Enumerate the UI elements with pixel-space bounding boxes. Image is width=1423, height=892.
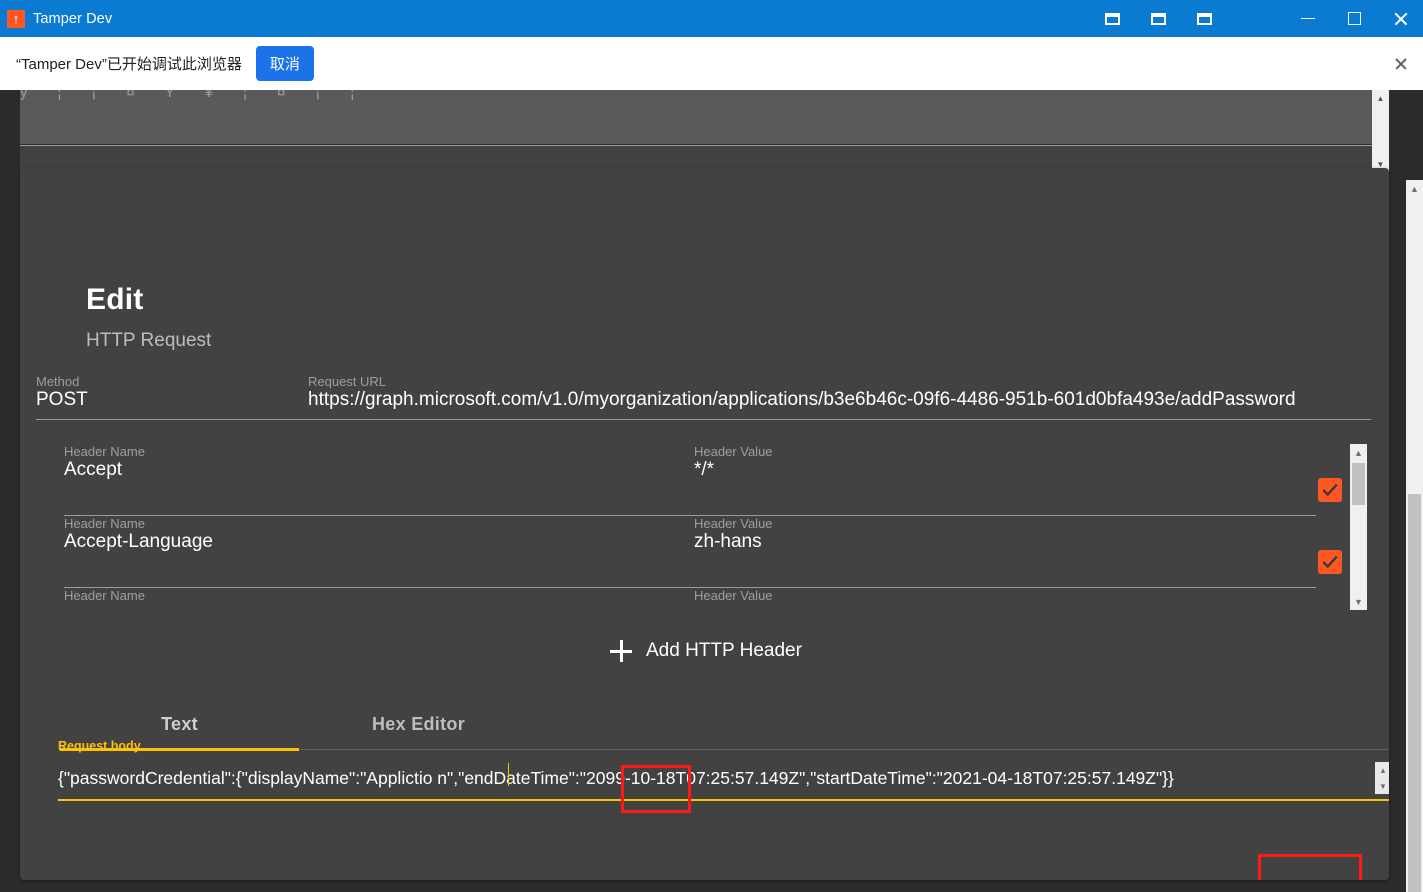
header-name-label: Header Name <box>64 516 145 531</box>
header-enabled-checkbox[interactable] <box>1318 478 1342 502</box>
check-icon <box>1322 483 1338 497</box>
maximize-button[interactable] <box>1331 0 1377 37</box>
debug-notification-message: “Tamper Dev”已开始调试此浏览器 <box>16 56 242 73</box>
request-body-field[interactable]: {"passwordCredential":{"displayName":"Ap… <box>58 760 1389 801</box>
close-button[interactable] <box>1377 0 1423 37</box>
send-button-wrapper <box>1258 854 1362 880</box>
method-underline <box>36 419 308 420</box>
header-value-label: Header Value <box>694 516 773 531</box>
dismiss-notification-button[interactable] <box>1379 37 1423 90</box>
table-row: Header Name Header Value <box>64 588 1360 610</box>
scroll-up-arrow-icon[interactable]: ▲ <box>1406 180 1423 197</box>
request-body-stepper[interactable]: ▲ ▼ <box>1375 762 1389 794</box>
scroll-down-arrow-icon[interactable]: ▼ <box>1350 593 1367 610</box>
headers-scrollbar-thumb[interactable] <box>1352 463 1365 505</box>
http-headers-list: Header Name Accept Header Value */* Head… <box>64 444 1360 610</box>
header-value-value: */* <box>694 459 715 480</box>
tamper-dev-icon: ↑ <box>7 9 25 28</box>
headers-scrollbar[interactable]: ▲ ▼ <box>1350 444 1367 610</box>
header-value-label: Header Value <box>694 444 773 459</box>
scroll-up-arrow-icon[interactable]: ▲ <box>1350 444 1367 461</box>
scroll-up-arrow-icon[interactable]: ▲ <box>1372 90 1389 107</box>
app-page: ÿ¦¡¤Ÿ¥¦¤¡¦ ▲ ▼ Edit HTTP Request Method … <box>0 90 1423 892</box>
restore-window-icon <box>1104 12 1120 25</box>
header-value-value: zh-hans <box>694 531 762 552</box>
stepper-down-icon[interactable]: ▼ <box>1379 782 1387 791</box>
request-body-value: {"passwordCredential":{"displayName":"Ap… <box>58 768 1174 788</box>
header-value-label: Header Value <box>694 588 773 603</box>
debug-notification-bar: “Tamper Dev”已开始调试此浏览器 取消 <box>0 37 1423 90</box>
header-name-value: Accept-Language <box>64 531 213 552</box>
restore-window-icon <box>1196 12 1212 25</box>
maximize-icon <box>1347 12 1361 25</box>
page-scrollbar-thumb[interactable] <box>1408 494 1421 892</box>
titlebar-window-controls <box>1285 0 1423 37</box>
window-title: Tamper Dev <box>33 10 113 27</box>
table-row: Header Name Accept-Language Header Value… <box>64 516 1360 588</box>
header-name-value: Accept <box>64 459 123 480</box>
restore-window-icon <box>1150 12 1166 25</box>
header-enabled-checkbox[interactable] <box>1318 550 1342 574</box>
text-caret <box>508 763 510 786</box>
header-name-label: Header Name <box>64 444 145 459</box>
header-name-field[interactable]: Header Name <box>64 588 676 603</box>
request-url-underline <box>308 419 1371 420</box>
restore-window-button-3[interactable] <box>1181 0 1227 37</box>
previous-request-ghost-text: ÿ¦¡¤Ÿ¥¦¤¡¦ <box>20 90 385 101</box>
page-scrollbar[interactable]: ▲ ▼ <box>1406 180 1423 892</box>
page-subtitle: HTTP Request <box>86 330 212 351</box>
plus-icon <box>610 640 632 662</box>
restore-window-button-1[interactable] <box>1089 0 1135 37</box>
header-name-field[interactable]: Header Name Accept-Language <box>64 516 676 553</box>
edit-request-card: Edit HTTP Request Method POST Request UR… <box>20 168 1389 880</box>
add-http-header-button[interactable]: Add HTTP Header <box>610 640 802 662</box>
add-http-header-label: Add HTTP Header <box>646 640 802 661</box>
request-url-label: Request URL <box>308 374 387 389</box>
tab-hex-editor[interactable]: Hex Editor <box>299 698 538 750</box>
previous-request-panel: ÿ¦¡¤Ÿ¥¦¤¡¦ <box>20 90 1372 144</box>
previous-panel-scrollbar[interactable]: ▲ ▼ <box>1372 90 1389 173</box>
check-icon <box>1322 555 1338 569</box>
titlebar-restore-group <box>1089 0 1227 37</box>
method-value: POST <box>36 389 88 410</box>
body-editor-tabs: Text Hex Editor <box>60 698 1389 751</box>
method-label: Method <box>36 374 80 389</box>
titlebar-left-group: ↑ Tamper Dev <box>0 9 113 28</box>
table-row: Header Name Accept Header Value */* <box>64 444 1360 516</box>
window-titlebar: ↑ Tamper Dev <box>0 0 1423 37</box>
restore-window-button-2[interactable] <box>1135 0 1181 37</box>
header-value-field[interactable]: Header Value */* <box>694 444 1316 481</box>
method-field[interactable]: Method POST <box>36 374 308 420</box>
header-name-field[interactable]: Header Name Accept <box>64 444 676 481</box>
request-url-value: https://graph.microsoft.com/v1.0/myorgan… <box>308 389 1296 410</box>
cancel-debug-button[interactable]: 取消 <box>255 46 314 81</box>
minimize-icon <box>1301 18 1315 19</box>
minimize-button[interactable] <box>1285 0 1331 37</box>
page-title: Edit <box>86 283 144 316</box>
header-value-field[interactable]: Header Value zh-hans <box>694 516 1316 553</box>
header-name-label: Header Name <box>64 588 145 603</box>
request-body-label: Request body <box>58 739 141 753</box>
request-url-field[interactable]: Request URL https://graph.microsoft.com/… <box>308 374 1371 420</box>
close-icon <box>1393 11 1408 26</box>
header-value-field[interactable]: Header Value <box>694 588 1316 603</box>
stepper-up-icon[interactable]: ▲ <box>1379 766 1387 775</box>
